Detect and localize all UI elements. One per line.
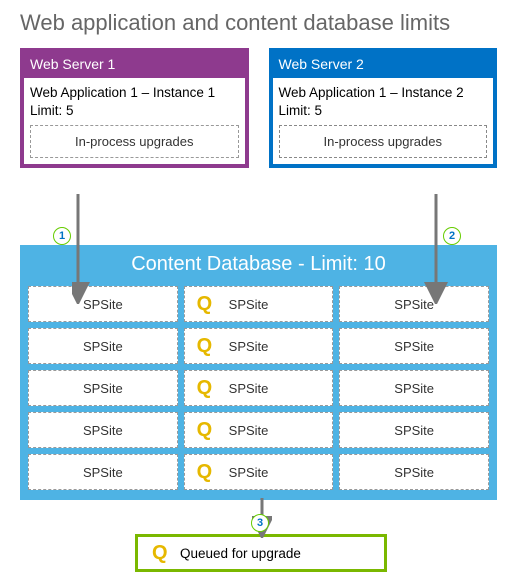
arrow-2 [422, 194, 452, 304]
spsite-cell: SPSite [339, 286, 489, 322]
step-badge-3: 3 [251, 514, 269, 532]
in-process-box: In-process upgrades [279, 125, 488, 158]
db-header: Content Database - Limit: 10 [28, 245, 489, 286]
legend-queued: Queued for upgrade [135, 534, 387, 572]
server-header: Web Server 2 [273, 52, 494, 78]
diagram-title: Web application and content database lim… [0, 0, 517, 48]
in-process-box: In-process upgrades [30, 125, 239, 158]
step-badge-1: 1 [53, 227, 71, 245]
app-name: Web Application 1 – Instance 2 [279, 84, 488, 102]
spsite-cell: SPSite [28, 370, 178, 406]
app-limit: Limit: 5 [30, 102, 239, 120]
arrow-1 [72, 194, 92, 304]
spsite-cell: SPSite [339, 454, 489, 490]
app-limit: Limit: 5 [279, 102, 488, 120]
spsite-cell: SPSite [339, 370, 489, 406]
spsite-cell: SPSite [28, 412, 178, 448]
app-name: Web Application 1 – Instance 1 [30, 84, 239, 102]
spsite-cell-queued: SPSite [184, 412, 334, 448]
spsite-cell-queued: SPSite [184, 328, 334, 364]
spsite-cell: SPSite [28, 454, 178, 490]
spsite-cell-queued: SPSite [184, 454, 334, 490]
web-server-1: Web Server 1 Web Application 1 – Instanc… [20, 48, 249, 168]
server-body: Web Application 1 – Instance 2 Limit: 5 … [273, 78, 494, 164]
spsite-cell: SPSite [339, 328, 489, 364]
spsite-cell: SPSite [339, 412, 489, 448]
spsite-grid: SPSiteSPSiteSPSiteSPSiteSPSiteSPSiteSPSi… [28, 286, 489, 490]
web-servers-row: Web Server 1 Web Application 1 – Instanc… [0, 48, 517, 168]
spsite-cell: SPSite [28, 286, 178, 322]
spsite-cell: SPSite [28, 328, 178, 364]
spsite-cell-queued: SPSite [184, 286, 334, 322]
server-header: Web Server 1 [24, 52, 245, 78]
server-body: Web Application 1 – Instance 1 Limit: 5 … [24, 78, 245, 164]
web-server-2: Web Server 2 Web Application 1 – Instanc… [269, 48, 498, 168]
step-badge-2: 2 [443, 227, 461, 245]
spsite-cell-queued: SPSite [184, 370, 334, 406]
